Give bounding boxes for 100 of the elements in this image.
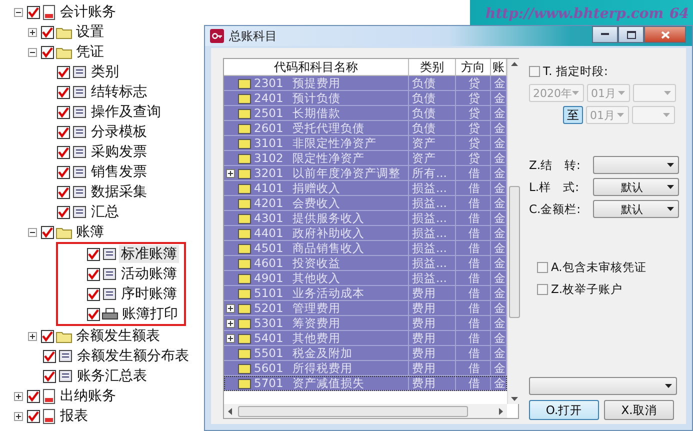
horizontal-scrollbar[interactable] xyxy=(224,404,507,418)
expand-icon[interactable] xyxy=(226,318,235,328)
tree-item[interactable]: 账簿打印 xyxy=(120,305,180,323)
tree-checkbox[interactable] xyxy=(41,26,54,38)
option-select[interactable]: 默认 xyxy=(593,178,679,196)
tree-checkbox[interactable] xyxy=(57,106,70,118)
checkbox[interactable] xyxy=(529,66,540,76)
tree-checkbox[interactable] xyxy=(87,248,100,260)
tree-item[interactable]: 分录模板 xyxy=(89,123,149,141)
tree-item[interactable]: 类别 xyxy=(89,63,121,81)
folder-icon xyxy=(238,122,251,134)
table-cell: 税金及附加 xyxy=(292,346,352,360)
scroll-down-icon[interactable] xyxy=(510,397,518,401)
table-cell: 管理费用 xyxy=(292,301,340,315)
checkbox-label[interactable]: Z.枚举子账户 xyxy=(551,282,623,296)
expand-icon[interactable] xyxy=(226,334,235,342)
table-cell: 捐赠收入 xyxy=(292,181,340,195)
expand-icon[interactable] xyxy=(14,392,23,400)
checkbox-label[interactable]: T. 指定时段: xyxy=(543,64,608,78)
expand-icon[interactable] xyxy=(28,332,37,340)
bottom-select[interactable] xyxy=(529,377,677,395)
table-cell: 资产减值损失 xyxy=(292,376,364,390)
table-cell: 借 xyxy=(456,376,491,390)
document-icon xyxy=(72,185,87,199)
tree-checkbox[interactable] xyxy=(41,46,54,58)
table-cell: 借 xyxy=(456,286,491,300)
tree-checkbox[interactable] xyxy=(57,126,70,138)
tree-checkbox[interactable] xyxy=(43,370,56,382)
dialog-button[interactable]: X.取消 xyxy=(604,400,674,420)
scroll-left-icon[interactable] xyxy=(228,408,232,414)
column-header[interactable]: 代码和科目名称 xyxy=(224,59,409,75)
tree-item[interactable]: 余额发生额分布表 xyxy=(75,347,191,365)
tree-checkbox[interactable] xyxy=(57,146,70,158)
tree-checkbox[interactable] xyxy=(27,410,40,422)
tree-item[interactable]: 采购发票 xyxy=(89,143,149,161)
table-cell: 长期借款 xyxy=(292,106,340,120)
expand-icon[interactable] xyxy=(28,28,37,36)
maximize-button[interactable] xyxy=(618,26,644,43)
tree-checkbox[interactable] xyxy=(27,6,40,18)
tree-checkbox[interactable] xyxy=(57,66,70,78)
scroll-up-icon[interactable] xyxy=(510,62,518,66)
collapse-icon[interactable] xyxy=(28,228,37,236)
dropdown-caret-icon xyxy=(663,113,670,117)
expand-icon[interactable] xyxy=(226,168,235,178)
document-icon xyxy=(72,165,87,179)
vertical-scrollbar[interactable] xyxy=(507,59,520,404)
tree-item[interactable]: 账簿 xyxy=(74,223,106,241)
tree-item[interactable]: 凭证 xyxy=(74,43,106,61)
tree-item[interactable]: 报表 xyxy=(58,407,90,425)
column-header[interactable]: 方向 xyxy=(456,59,491,75)
tree-checkbox[interactable] xyxy=(57,206,70,218)
tree-checkbox[interactable] xyxy=(27,390,40,402)
tree-item[interactable]: 操作及查询 xyxy=(89,103,163,121)
to-button[interactable]: 至 xyxy=(563,106,583,124)
tree-item[interactable]: 结转标志 xyxy=(89,83,149,101)
tree-item[interactable]: 数据采集 xyxy=(89,183,149,201)
tree-checkbox[interactable] xyxy=(87,308,100,320)
tree-item[interactable]: 账务汇总表 xyxy=(75,367,149,385)
tree-item[interactable]: 会计账务 xyxy=(58,3,118,21)
collapse-icon[interactable] xyxy=(28,48,37,56)
tree-item[interactable]: 设置 xyxy=(74,23,106,41)
dialog-button[interactable]: O.打开 xyxy=(529,400,599,420)
tree-item[interactable]: 余额发生额表 xyxy=(74,327,162,345)
dropdown-caret-icon xyxy=(665,384,672,388)
tree-checkbox[interactable] xyxy=(57,166,70,178)
table-cell: 预提费用 xyxy=(292,76,340,90)
tree-checkbox[interactable] xyxy=(41,226,54,238)
tree-checkbox[interactable] xyxy=(57,86,70,98)
expand-icon[interactable] xyxy=(226,304,235,312)
folder-icon xyxy=(238,152,251,164)
checkbox[interactable] xyxy=(537,284,548,294)
tree-checkbox[interactable] xyxy=(41,330,54,342)
tree-checkbox[interactable] xyxy=(87,268,100,280)
tree-checkbox[interactable] xyxy=(57,186,70,198)
table-cell: 3101 xyxy=(254,136,284,150)
table-cell: 2601 xyxy=(254,121,284,135)
table-cell: 2301 xyxy=(254,76,284,90)
tree-item[interactable]: 序时账簿 xyxy=(119,285,179,303)
tree-item[interactable]: 汇总 xyxy=(89,203,121,221)
folder-icon xyxy=(56,26,72,38)
tree-item[interactable]: 标准账簿 xyxy=(119,245,179,263)
collapse-icon[interactable] xyxy=(14,8,23,16)
tree-checkbox[interactable] xyxy=(87,288,100,300)
close-button[interactable] xyxy=(644,26,686,43)
checkbox[interactable] xyxy=(537,262,548,272)
table-cell: 贷 xyxy=(456,106,491,120)
option-select[interactable] xyxy=(593,156,679,174)
tree-item[interactable]: 销售发票 xyxy=(89,163,149,181)
scroll-right-icon[interactable] xyxy=(499,408,503,414)
tree-item[interactable]: 活动账簿 xyxy=(119,265,179,283)
minimize-button[interactable] xyxy=(592,26,618,43)
expand-icon[interactable] xyxy=(14,412,23,420)
folder-icon xyxy=(238,302,251,314)
tree-checkbox[interactable] xyxy=(43,350,56,362)
column-header[interactable]: 类别 xyxy=(409,59,456,75)
table-cell: 借 xyxy=(456,181,491,195)
checkbox-label[interactable]: A.包含未审核凭证 xyxy=(551,260,646,274)
window-title: 总账科目 xyxy=(229,28,278,44)
tree-item[interactable]: 出纳账务 xyxy=(58,387,118,405)
option-select[interactable]: 默认 xyxy=(593,200,679,218)
